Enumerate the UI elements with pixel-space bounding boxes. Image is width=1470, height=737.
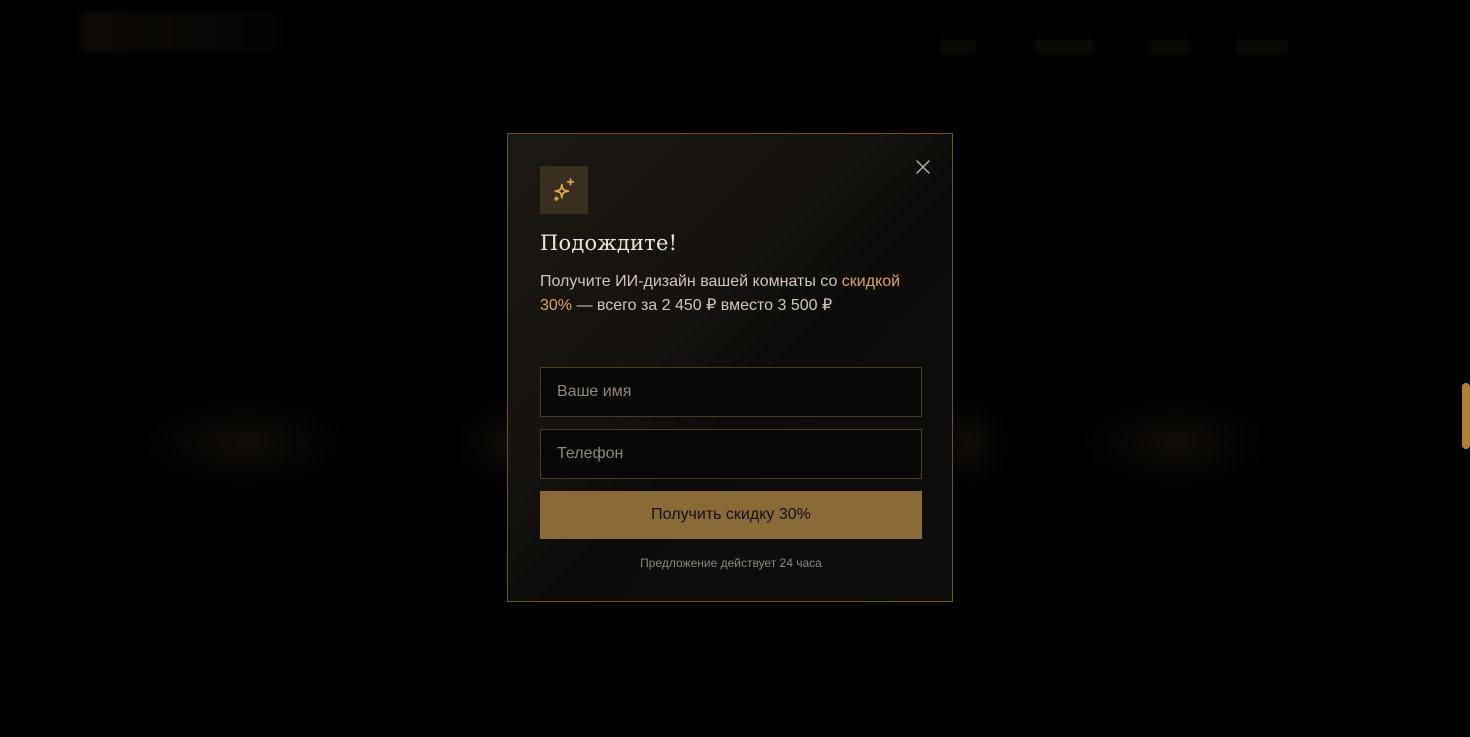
sparkles-icon	[553, 178, 575, 202]
background-nav-item	[940, 40, 976, 54]
background-nav-item	[1035, 40, 1093, 54]
background-heading-fragment	[1080, 395, 1270, 490]
description-text: Получите ИИ-дизайн вашей комнаты со	[540, 273, 842, 290]
get-discount-button[interactable]: Получить скидку 30%	[540, 491, 922, 539]
popup-description: Получите ИИ-дизайн вашей комнаты со скид…	[540, 270, 925, 318]
phone-input[interactable]	[540, 429, 922, 479]
description-price-text: — всего за 2 450 ₽ вместо 3 500 ₽	[572, 297, 833, 314]
name-input[interactable]	[540, 367, 922, 417]
background-nav-item	[1236, 40, 1288, 54]
background-nav-item	[1150, 40, 1190, 54]
sparkles-icon-badge	[540, 166, 588, 214]
close-icon[interactable]	[914, 158, 932, 176]
scrollbar-thumb[interactable]	[1462, 383, 1470, 449]
popup-title: Подождите!	[540, 231, 678, 255]
offer-note: Предложение действует 24 часа	[640, 556, 822, 570]
background-logo	[80, 12, 280, 52]
discount-popup: Подождите! Получите ИИ-дизайн вашей комн…	[507, 133, 953, 602]
background-heading-fragment	[140, 395, 350, 490]
